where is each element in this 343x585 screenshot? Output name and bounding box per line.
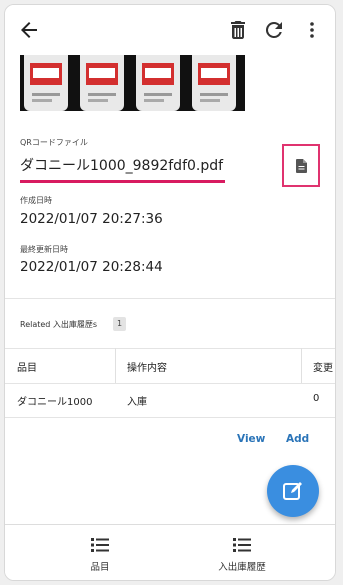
view-button[interactable]: View bbox=[237, 433, 265, 445]
qr-file-link[interactable]: ダコニール1000_9892fdf0.pdf bbox=[20, 155, 223, 175]
section-divider bbox=[5, 298, 335, 299]
nav-label-items: 品目 bbox=[90, 562, 110, 573]
document-icon bbox=[296, 159, 307, 173]
header-divider bbox=[5, 383, 335, 384]
app-frame: QRコードファイル ダコニール1000_9892fdf0.pdf 作成日時 20… bbox=[4, 4, 336, 581]
bottle-image bbox=[136, 55, 180, 111]
bottle-image bbox=[192, 55, 236, 111]
bottle-image bbox=[24, 55, 68, 111]
nav-label-history: 入出庫履歴 bbox=[218, 562, 266, 573]
more-vert-icon[interactable] bbox=[300, 18, 324, 42]
highlight-underline bbox=[20, 180, 225, 183]
table-cell-operation[interactable]: 入庫 bbox=[127, 393, 147, 408]
list-icon bbox=[233, 538, 251, 552]
add-button[interactable]: Add bbox=[286, 433, 309, 445]
count-badge: 1 bbox=[113, 317, 126, 331]
bottom-navigation: 品目 入出庫履歴 bbox=[5, 524, 335, 580]
updated-label: 最終更新日時 bbox=[20, 245, 68, 254]
nav-item-history[interactable]: 入出庫履歴 bbox=[187, 525, 297, 580]
list-icon bbox=[91, 538, 109, 552]
table-top-border bbox=[5, 348, 335, 349]
updated-value: 2022/01/07 20:28:44 bbox=[20, 259, 163, 275]
column-header-operation[interactable]: 操作内容 bbox=[127, 359, 167, 374]
edit-icon bbox=[283, 482, 302, 500]
related-title: Related 入出庫履歴s bbox=[20, 320, 98, 329]
nav-item-items[interactable]: 品目 bbox=[45, 525, 155, 580]
column-separator bbox=[301, 348, 302, 383]
table-cell-item[interactable]: ダコニール1000 bbox=[17, 393, 92, 408]
column-separator bbox=[115, 348, 116, 383]
arrow-back-icon[interactable] bbox=[17, 18, 41, 42]
app-toolbar bbox=[5, 5, 335, 55]
created-label: 作成日時 bbox=[20, 196, 52, 205]
file-open-button[interactable] bbox=[282, 144, 320, 187]
column-header-item[interactable]: 品目 bbox=[17, 359, 37, 374]
product-image bbox=[20, 55, 245, 111]
column-header-change[interactable]: 変更 bbox=[313, 359, 333, 374]
qr-file-label: QRコードファイル bbox=[20, 138, 88, 147]
edit-fab-button[interactable] bbox=[267, 465, 319, 517]
bottle-image bbox=[80, 55, 124, 111]
refresh-icon[interactable] bbox=[262, 18, 286, 42]
table-cell-change[interactable]: 0 bbox=[313, 393, 319, 404]
created-value: 2022/01/07 20:27:36 bbox=[20, 211, 163, 227]
trash-icon[interactable] bbox=[226, 18, 250, 42]
row-divider bbox=[5, 417, 335, 418]
